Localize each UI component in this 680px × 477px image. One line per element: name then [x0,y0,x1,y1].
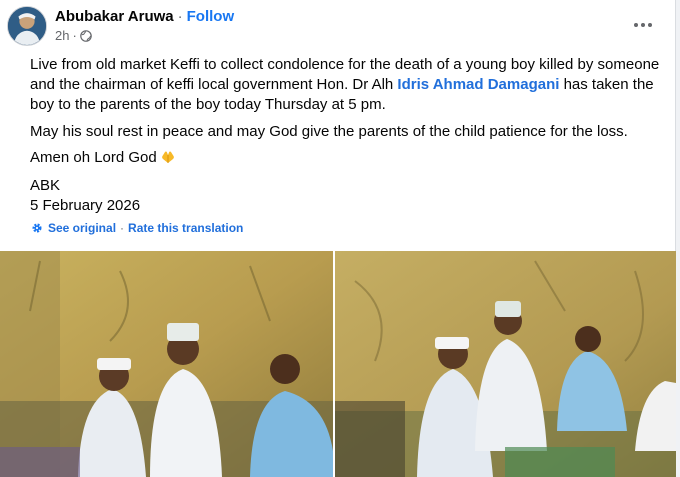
photo-1-image [0,251,333,477]
photo-2-image [335,251,676,477]
translation-bar: See original · Rate this translation [30,220,243,236]
post-paragraph-5: 5 February 2026 [30,197,141,214]
translation-separator: · [120,221,125,235]
post-photo-1[interactable] [0,251,333,477]
header-separator: · [177,8,183,25]
post-photo-2[interactable] [335,251,676,477]
see-original-link[interactable]: See original [48,220,116,236]
more-options-icon[interactable] [630,14,656,36]
praying-hands-icon [160,149,176,165]
paragraph-3-text: Amen oh Lord God [30,149,157,166]
post-header: Abubakar Aruwa · Follow 2h · [0,0,676,50]
post-paragraph-2: May his soul rest in peace and may God g… [30,123,628,140]
follow-button[interactable]: Follow [187,8,235,25]
author-avatar[interactable] [7,6,47,46]
meta-separator: · [72,28,77,43]
author-line: Abubakar Aruwa · Follow [55,8,234,26]
mention-link[interactable]: Idris Ahmad Damagani [397,76,559,93]
post-paragraph-1: Live from old market Keffi to collect co… [30,55,660,115]
author-name[interactable]: Abubakar Aruwa [55,8,174,25]
post-card: Abubakar Aruwa · Follow 2h · Live from old… [0,0,676,477]
gear-icon [30,221,44,235]
avatar-image [8,7,46,45]
post-meta: 2h · [55,28,92,44]
post-paragraph-4: ABK [30,177,61,194]
post-paragraph-3: Amen oh Lord God [30,148,660,168]
post-timestamp[interactable]: 2h [55,28,69,44]
rate-translation-link[interactable]: Rate this translation [128,220,243,236]
globe-icon[interactable] [80,30,92,42]
